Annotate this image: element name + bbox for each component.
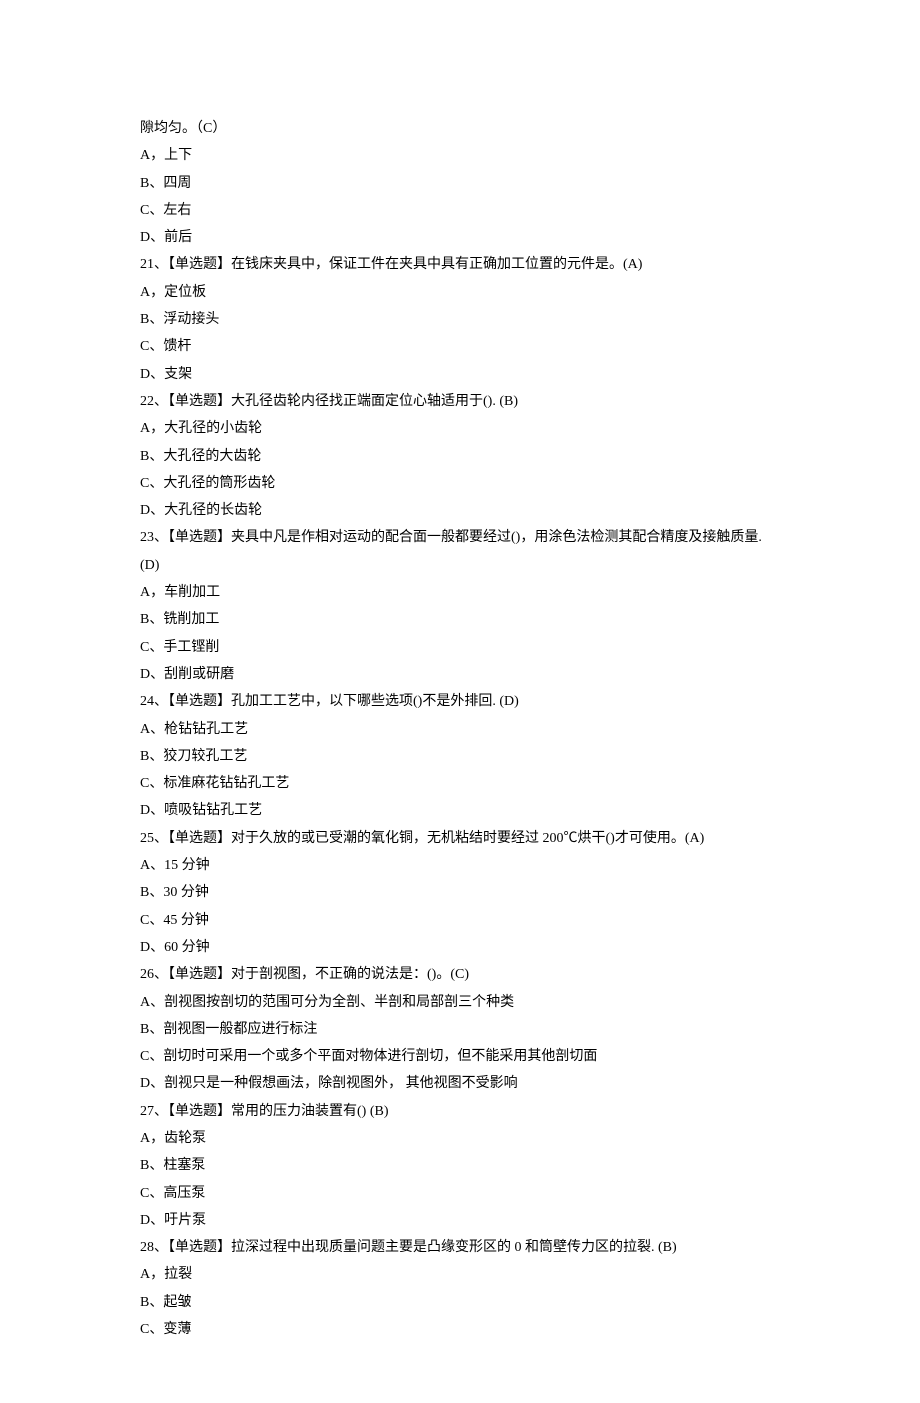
text-line: D、喷吸钻钻孔工艺: [140, 797, 780, 824]
text-line: D、60 分钟: [140, 934, 780, 961]
text-line: 26、【单选题】对于剖视图，不正确的说法是：()。(C): [140, 961, 780, 988]
text-line: D、吁片泵: [140, 1207, 780, 1234]
text-line: B、剖视图一般都应进行标注: [140, 1016, 780, 1043]
text-line: A，车削加工: [140, 579, 780, 606]
text-line: A，拉裂: [140, 1261, 780, 1288]
text-line: C、剖切时可采用一个或多个平面对物体进行剖切，但不能采用其他剖切面: [140, 1043, 780, 1070]
text-line: 21、【单选题】在钱床夹具中，保证工件在夹具中具有正确加工位置的元件是。(A): [140, 251, 780, 278]
text-line: 23、【单选题】夹具中凡是作相对运动的配合面一般都要经过()，用涂色法检测其配合…: [140, 524, 780, 579]
text-line: C、高压泵: [140, 1180, 780, 1207]
text-line: A，大孔径的小齿轮: [140, 415, 780, 442]
text-line: D、剖视只是一种假想画法，除剖视图外， 其他视图不受影响: [140, 1070, 780, 1097]
text-line: C、45 分钟: [140, 907, 780, 934]
text-line: B、铣削加工: [140, 606, 780, 633]
text-line: A，上下: [140, 142, 780, 169]
text-line: 24、【单选题】孔加工工艺中，以下哪些选项()不是外排回. (D): [140, 688, 780, 715]
text-line: A，齿轮泵: [140, 1125, 780, 1152]
text-line: B、四周: [140, 170, 780, 197]
text-line: 22、【单选题】大孔径齿轮内径找正端面定位心轴适用于(). (B): [140, 388, 780, 415]
text-line: D、刮削或研磨: [140, 661, 780, 688]
text-line: D、大孔径的长齿轮: [140, 497, 780, 524]
text-line: 28、【单选题】拉深过程中出现质量问题主要是凸缘变形区的 0 和筒壁传力区的拉裂…: [140, 1234, 780, 1261]
text-line: C、大孔径的筒形齿轮: [140, 470, 780, 497]
text-line: C、馈杆: [140, 333, 780, 360]
text-line: C、左右: [140, 197, 780, 224]
text-line: B、狡刀较孔工艺: [140, 743, 780, 770]
text-line: C、变薄: [140, 1316, 780, 1343]
text-line: B、柱塞泵: [140, 1152, 780, 1179]
text-line: C、手工铿削: [140, 634, 780, 661]
text-line: D、支架: [140, 361, 780, 388]
text-line: B、30 分钟: [140, 879, 780, 906]
text-line: B、大孔径的大齿轮: [140, 443, 780, 470]
text-line: C、标准麻花钻钻孔工艺: [140, 770, 780, 797]
text-line: A、15 分钟: [140, 852, 780, 879]
text-line: A、剖视图按剖切的范围可分为全剖、半剖和局部剖三个种类: [140, 989, 780, 1016]
document-body: 隙均匀。（C） A，上下 B、四周 C、左右 D、前后 21、【单选题】在钱床夹…: [140, 115, 780, 1343]
text-line: 隙均匀。（C）: [140, 115, 780, 142]
text-line: B、浮动接头: [140, 306, 780, 333]
text-line: 25、【单选题】对于久放的或已受潮的氧化铜，无机粘结时要经过 200℃烘干()才…: [140, 825, 780, 852]
text-line: 27、【单选题】常用的压力油装置有() (B): [140, 1098, 780, 1125]
text-line: A，定位板: [140, 279, 780, 306]
text-line: A、枪钻钻孔工艺: [140, 716, 780, 743]
text-line: B、起皱: [140, 1289, 780, 1316]
text-line: D、前后: [140, 224, 780, 251]
